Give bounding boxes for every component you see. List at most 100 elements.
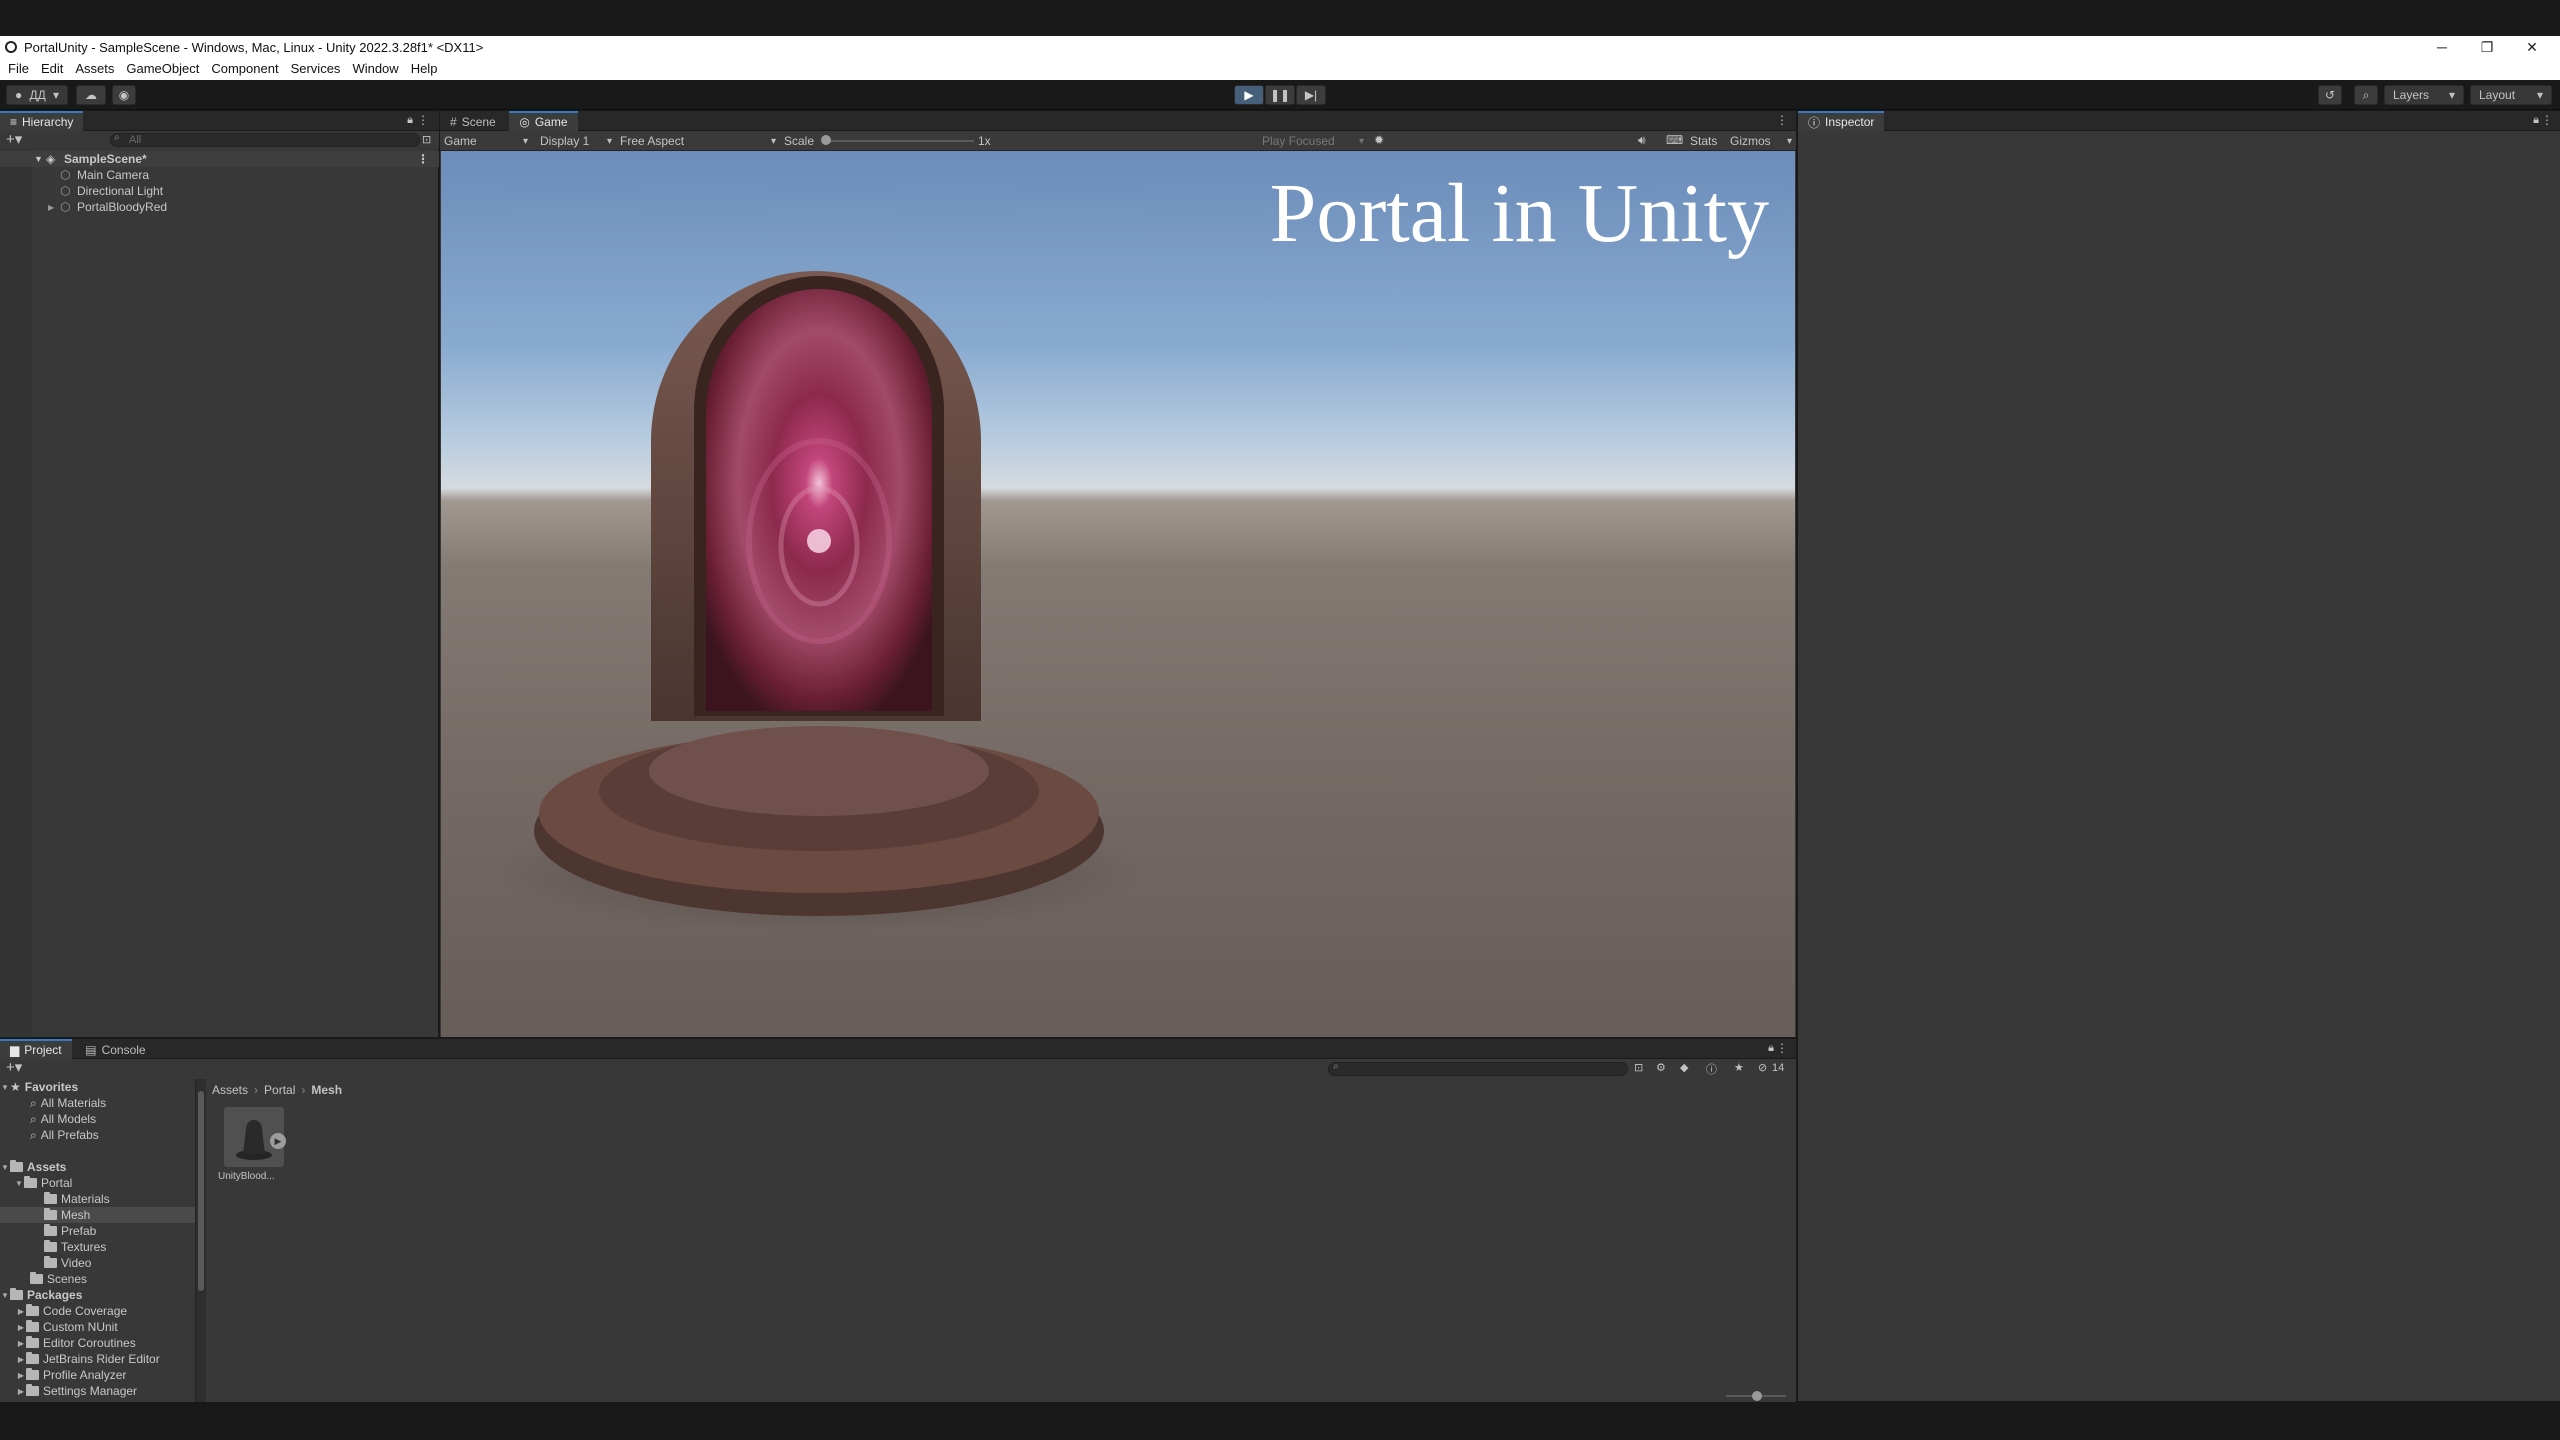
layout-dropdown[interactable]: Layout ▾: [2470, 85, 2552, 105]
pause-button[interactable]: ❚❚: [1265, 85, 1295, 105]
tab-console[interactable]: ▤ Console: [75, 1040, 155, 1060]
folder-item[interactable]: Materials: [0, 1191, 195, 1207]
lock-icon[interactable]: 🔒︎: [1768, 1042, 1774, 1055]
undo-history-button[interactable]: ↺: [2318, 85, 2342, 105]
folder-item[interactable]: Prefab: [0, 1223, 195, 1239]
scale-slider-track[interactable]: [824, 140, 974, 142]
expand-arrow-icon[interactable]: ▶: [16, 1307, 26, 1316]
expand-arrow-icon[interactable]: ▼: [0, 1083, 10, 1092]
thumbnail-size-handle[interactable]: [1752, 1391, 1762, 1401]
search-button[interactable]: ⌕: [2354, 85, 2378, 105]
menu-assets[interactable]: Assets: [75, 58, 114, 80]
scale-slider-handle[interactable]: [821, 135, 831, 145]
kebab-menu-icon[interactable]: ⋮: [1776, 113, 1788, 127]
keyboard-icon[interactable]: ⌨: [1666, 133, 1683, 147]
log-info-icon[interactable]: ⓘ: [1706, 1061, 1717, 1077]
tab-project[interactable]: ▆ Project: [0, 1039, 72, 1059]
expand-arrow-icon[interactable]: ▼: [0, 1291, 10, 1300]
favorites-header[interactable]: ▼ ★ Favorites: [0, 1079, 195, 1095]
audio-mute-icon[interactable]: 🔊︎: [1638, 133, 1646, 148]
package-item[interactable]: ▶ Settings Manager: [0, 1383, 195, 1399]
add-icon[interactable]: +▾: [6, 1059, 22, 1077]
menu-file[interactable]: File: [8, 58, 29, 80]
folder-item[interactable]: Textures: [0, 1239, 195, 1255]
favorite-item[interactable]: ⌕ All Prefabs: [0, 1127, 195, 1143]
cloud-button[interactable]: ☁: [76, 85, 106, 105]
breadcrumb-item[interactable]: Portal: [264, 1083, 295, 1097]
maximize-button[interactable]: ❐: [2465, 36, 2509, 58]
bug-icon[interactable]: ✹: [1374, 133, 1384, 147]
filter-by-type-icon[interactable]: ⚙: [1656, 1061, 1666, 1074]
expand-arrow-icon[interactable]: ▶: [16, 1339, 26, 1348]
folder-item[interactable]: Video: [0, 1255, 195, 1271]
kebab-menu-icon[interactable]: ⋮: [417, 113, 429, 127]
collab-button[interactable]: ◉: [112, 85, 136, 105]
tab-inspector[interactable]: ⓘ Inspector: [1798, 111, 1885, 131]
expand-arrow-icon[interactable]: ▶: [48, 203, 54, 212]
package-item[interactable]: ▶ Code Coverage: [0, 1303, 195, 1319]
hierarchy-scene-row[interactable]: ▼ ◈ SampleScene* ⋮: [0, 151, 439, 167]
hierarchy-item[interactable]: ▶ ⬡ PortalBloodyRed: [0, 199, 439, 215]
packages-folder[interactable]: ▼ Packages: [0, 1287, 195, 1303]
play-button[interactable]: ▶: [1234, 85, 1264, 105]
project-search-input[interactable]: [1328, 1062, 1628, 1076]
menu-component[interactable]: Component: [211, 58, 278, 80]
menu-help[interactable]: Help: [411, 58, 438, 80]
lock-icon[interactable]: 🔒︎: [2533, 114, 2539, 127]
menu-gameobject[interactable]: GameObject: [126, 58, 199, 80]
gizmos-dropdown[interactable]: Gizmos ▾: [1730, 134, 1792, 148]
lock-icon[interactable]: 🔒︎: [407, 114, 413, 127]
hierarchy-search-input[interactable]: All: [110, 133, 420, 147]
package-item[interactable]: ▶ Profile Analyzer: [0, 1367, 195, 1383]
expand-arrow-icon[interactable]: ▼: [0, 1163, 10, 1172]
add-icon[interactable]: +▾: [6, 131, 22, 149]
menu-edit[interactable]: Edit: [41, 58, 63, 80]
stats-button[interactable]: Stats: [1690, 134, 1717, 148]
account-dropdown[interactable]: ● ДД ▾: [6, 85, 68, 105]
hidden-packages-icon[interactable]: ⊘: [1758, 1061, 1767, 1074]
step-button[interactable]: ▶|: [1296, 85, 1326, 105]
tab-hierarchy[interactable]: ≡ Hierarchy: [0, 111, 84, 131]
folder-item-selected[interactable]: Mesh: [0, 1207, 195, 1223]
kebab-menu-icon[interactable]: ⋮: [2541, 113, 2553, 127]
scrollbar-thumb[interactable]: [198, 1091, 204, 1291]
label-icon[interactable]: ◆: [1680, 1061, 1688, 1074]
breadcrumb-item[interactable]: Assets: [212, 1083, 248, 1097]
assets-folder[interactable]: ▼ Assets: [0, 1159, 195, 1175]
expand-arrow-icon[interactable]: ▶: [16, 1371, 26, 1380]
play-focused-dropdown[interactable]: Play Focused ▾: [1262, 134, 1364, 148]
game-viewport[interactable]: Portal in Unity: [441, 151, 1795, 1037]
close-button[interactable]: ✕: [2510, 36, 2554, 58]
project-tree-scrollbar[interactable]: [196, 1079, 206, 1403]
portal-folder[interactable]: ▼ Portal: [0, 1175, 195, 1191]
tab-game[interactable]: ◎ Game: [509, 111, 578, 131]
layers-dropdown[interactable]: Layers ▾: [2384, 85, 2464, 105]
expand-arrow-icon[interactable]: ▶: [16, 1387, 26, 1396]
view-mode-dropdown[interactable]: Game ▾: [444, 134, 528, 148]
kebab-menu-icon[interactable]: ⋮: [417, 152, 429, 166]
expand-arrow-icon[interactable]: ▼: [34, 154, 43, 164]
hierarchy-item[interactable]: ⬡ Directional Light: [0, 183, 439, 199]
search-by-type-icon[interactable]: ⊡: [1634, 1061, 1643, 1074]
package-item[interactable]: ▶ Editor Coroutines: [0, 1335, 195, 1351]
expand-arrow-icon[interactable]: ▶: [16, 1355, 26, 1364]
display-dropdown[interactable]: Display 1 ▾: [540, 134, 612, 148]
favorite-item[interactable]: ⌕ All Models: [0, 1111, 195, 1127]
favorite-item[interactable]: ⌕ All Materials: [0, 1095, 195, 1111]
expand-arrow-icon[interactable]: ▶: [16, 1323, 26, 1332]
minimize-button[interactable]: ─: [2420, 36, 2464, 58]
favorite-star-icon[interactable]: ★: [1734, 1061, 1744, 1074]
kebab-menu-icon[interactable]: ⋮: [1776, 1041, 1788, 1055]
package-item[interactable]: ▶ JetBrains Rider Editor: [0, 1351, 195, 1367]
menu-services[interactable]: Services: [291, 58, 341, 80]
menu-window[interactable]: Window: [352, 58, 398, 80]
aspect-dropdown[interactable]: Free Aspect ▾: [620, 134, 776, 148]
package-item[interactable]: ▶ Custom NUnit: [0, 1319, 195, 1335]
folder-item[interactable]: Scenes: [0, 1271, 195, 1287]
breadcrumb-item[interactable]: Mesh: [311, 1083, 342, 1097]
expand-arrow-icon[interactable]: ▼: [14, 1179, 24, 1188]
hierarchy-item[interactable]: ⬡ Main Camera: [0, 167, 439, 183]
tab-scene[interactable]: # Scene: [440, 112, 506, 132]
scene-visibility-icon[interactable]: ⊡: [422, 133, 431, 146]
expand-prefab-icon[interactable]: ▶: [270, 1133, 286, 1149]
